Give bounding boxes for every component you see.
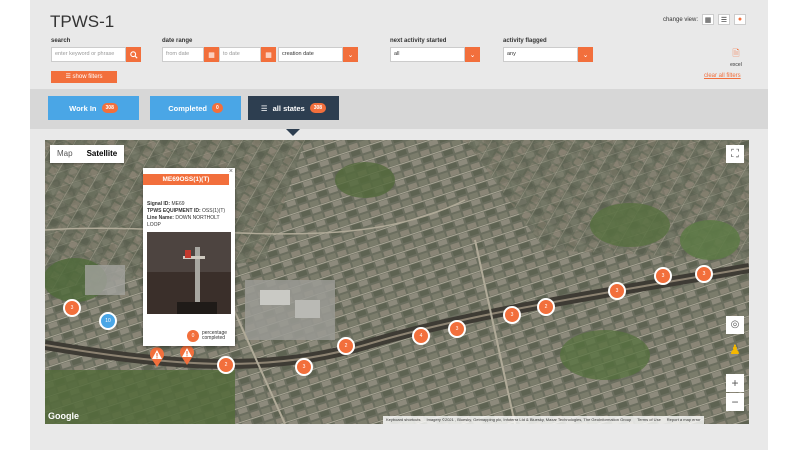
keyboard-shortcuts-link[interactable]: Keyboard shortcuts [386,416,420,424]
warning-marker-icon[interactable] [179,345,195,365]
search-button[interactable] [126,47,141,62]
percentage-value: 0 [187,330,199,342]
marker-cluster[interactable]: 2 [537,298,555,316]
filter-icon: ☰ [65,74,73,80]
google-logo: Google [48,411,79,421]
from-date-button[interactable]: ▦ [204,47,219,62]
warning-marker-icon[interactable] [149,347,165,367]
marker-cluster[interactable]: 2 [217,356,235,374]
street-view-pegman-icon[interactable]: ♟ [728,341,742,359]
map-view[interactable]: Map Satellite ⛶ ◎ ♟ + − 3 10 2 3 2 4 3 3… [45,140,749,424]
next-activity-label: next activity started [390,38,447,44]
report-map-error-link[interactable]: Report a map error [667,416,701,424]
page: TPWS-1 change view: ▦ ☰ ● search enter k… [30,0,768,450]
marker-cluster[interactable]: 3 [608,282,626,300]
zoom-in-button[interactable]: + [726,374,744,392]
date-range-label: date range [162,38,193,44]
equipment-id-value: OSS(1)(T) [202,208,226,214]
next-activity-select[interactable]: all [390,47,465,62]
popup-details: Signal ID: ME69 TPWS EQUIPMENT ID: OSS(1… [143,185,235,229]
tab-work-in[interactable]: Work In 308 [48,96,139,120]
equipment-id-label: TPWS EQUIPMENT ID: [147,208,201,214]
count-badge: 0 [211,103,223,113]
count-badge: 308 [101,103,118,113]
tab-completed[interactable]: Completed 0 [150,96,241,120]
marker-cluster[interactable]: 2 [337,337,355,355]
active-tab-pointer [286,129,300,136]
tab-bar: Work In 308 Completed 0 ☰ all states 308 [30,89,768,129]
map-type-map[interactable]: Map [50,145,80,163]
calendar-icon: ▦ [265,51,272,59]
my-location-icon[interactable]: ◎ [726,316,744,334]
fullscreen-icon[interactable]: ⛶ [726,145,744,163]
zoom-out-button[interactable]: − [726,393,744,411]
marker-cluster[interactable]: 3 [695,265,713,283]
signal-id-value: ME69 [171,201,185,207]
to-date-input[interactable]: to date [219,47,261,62]
marker-info-popup: × ME69OSS(1)(T) Signal ID: ME69 TPWS EQU… [143,168,235,346]
list-icon[interactable]: ☰ [718,14,730,25]
tab-label: Work In [69,103,97,113]
marker-cluster[interactable]: 4 [412,327,430,345]
completed-label: completed [202,335,226,341]
map-type-control: Map Satellite [50,145,125,163]
search-label: search [51,38,71,44]
date-type-dropdown[interactable]: ⌄ [343,47,358,62]
imagery-credit: Imagery ©2021 , Bluesky, Getmapping plc,… [426,417,632,422]
change-view-label: change view: [662,16,698,23]
map-pin-icon[interactable]: ● [734,14,746,25]
chevron-down-icon: ⌄ [582,51,589,59]
line-name-label: Line Name: [147,215,174,221]
page-title: TPWS-1 [50,12,115,31]
activity-flagged-select[interactable]: any [503,47,578,62]
excel-label: excel [730,62,742,68]
close-icon[interactable]: × [229,168,233,175]
show-filters-label: show filters [72,74,103,80]
marker-cluster[interactable]: 10 [99,312,117,330]
map-type-satellite[interactable]: Satellite [80,145,125,163]
list-icon: ☰ [260,103,268,113]
marker-cluster[interactable]: 3 [503,306,521,324]
activity-flagged-dropdown[interactable]: ⌄ [578,47,593,62]
marker-cluster[interactable]: 3 [654,267,672,285]
next-activity-dropdown[interactable]: ⌄ [465,47,480,62]
change-view: change view: ▦ ☰ ● [663,14,746,25]
grid-icon[interactable]: ▦ [702,14,714,25]
marker-cluster[interactable]: 3 [448,320,466,338]
show-filters-button[interactable]: ☰ show filters [51,71,117,83]
tab-label: all states [272,103,305,113]
excel-file-icon: 🗎 [732,48,740,58]
from-date-input[interactable]: from date [162,47,204,62]
terms-of-use-link[interactable]: Terms of Use [637,416,661,424]
marker-cluster[interactable]: 3 [63,299,81,317]
date-type-select[interactable]: creation date [278,47,343,62]
tab-label: Completed [168,103,207,113]
to-date-button[interactable]: ▦ [261,47,276,62]
popup-title[interactable]: ME69OSS(1)(T) [143,174,229,185]
search-input[interactable]: enter keyword or phrase [51,47,126,62]
search-icon [129,50,138,59]
map-attribution: Keyboard shortcuts Imagery ©2021 , Blues… [383,416,704,424]
marker-cluster[interactable]: 3 [295,358,313,376]
excel-export[interactable]: 🗎 excel [726,46,746,68]
percentage-completed: 0 percentage completed [187,330,227,342]
chevron-down-icon: ⌄ [469,51,476,59]
signal-id-label: Signal ID: [147,201,171,207]
calendar-icon: ▦ [208,51,215,59]
chevron-down-icon: ⌄ [347,51,354,59]
clear-all-filters-link[interactable]: clear all filters [704,73,741,79]
tab-all-states[interactable]: ☰ all states 308 [248,96,339,120]
count-badge: 308 [309,103,327,113]
activity-flagged-label: activity flagged [503,38,547,44]
signal-photo [147,232,231,314]
